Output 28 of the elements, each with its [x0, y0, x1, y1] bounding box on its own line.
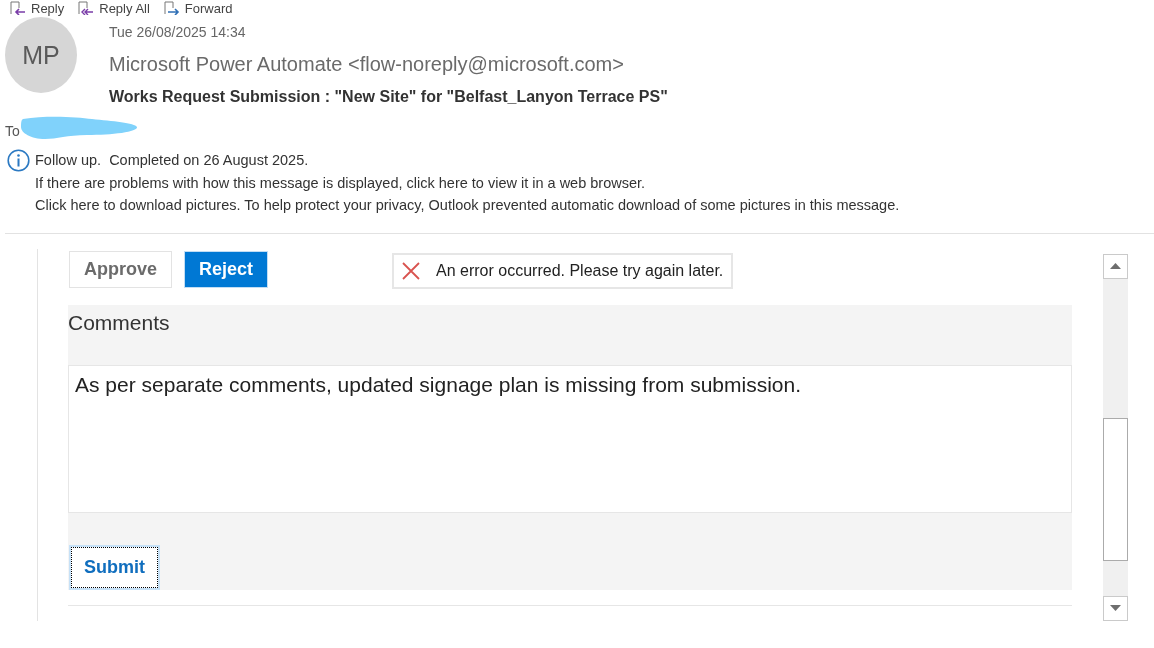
info-line: Follow up. Completed on 26 August 2025. — [35, 151, 309, 170]
reply-icon — [10, 1, 26, 15]
error-text: An error occurred. Please try again later. — [436, 261, 724, 280]
error-icon — [402, 261, 421, 280]
action-button[interactable]: Approve — [69, 250, 172, 288]
info-line: If there are problems with how this message is displayed, click here to view it in a web browser. — [35, 173, 646, 193]
info-icon — [7, 149, 30, 172]
info-line: Click here to download pictures. To help protect your privacy, Outlook prevented automatic download of some pictures in this message. — [35, 196, 900, 215]
scrollbar[interactable] — [1103, 253, 1128, 621]
forward-icon — [163, 1, 180, 15]
scroll-up-button[interactable] — [1103, 253, 1128, 279]
comments-label: Comments — [68, 309, 170, 336]
toolbar-button[interactable]: Reply — [8, 0, 67, 16]
scrollbar-thumb[interactable] — [1103, 417, 1128, 561]
subject: Works Request Submission : "New Site" for "Belfast_Lanyon Terrace PS" — [109, 87, 668, 107]
avatar: MP — [5, 17, 77, 93]
message-date: Tue 26/08/2025 14:34 — [109, 23, 246, 41]
submit-button[interactable]: Submit — [69, 544, 160, 590]
toolbar-button[interactable]: Forward — [161, 0, 235, 16]
comments-field[interactable]: As per separate comments, updated signage plan is missing from submission. — [68, 364, 1072, 513]
to-label: To — [5, 122, 20, 140]
scroll-down-button[interactable] — [1103, 595, 1128, 621]
reply-all-icon — [78, 1, 95, 15]
action-button[interactable]: Reject — [184, 250, 269, 288]
toolbar-button[interactable]: Reply All — [76, 0, 152, 16]
sender: Microsoft Power Automate <flow-noreply@microsoft.com> — [109, 52, 624, 77]
down-arrow-icon — [1110, 605, 1121, 611]
up-arrow-icon — [1110, 263, 1121, 269]
